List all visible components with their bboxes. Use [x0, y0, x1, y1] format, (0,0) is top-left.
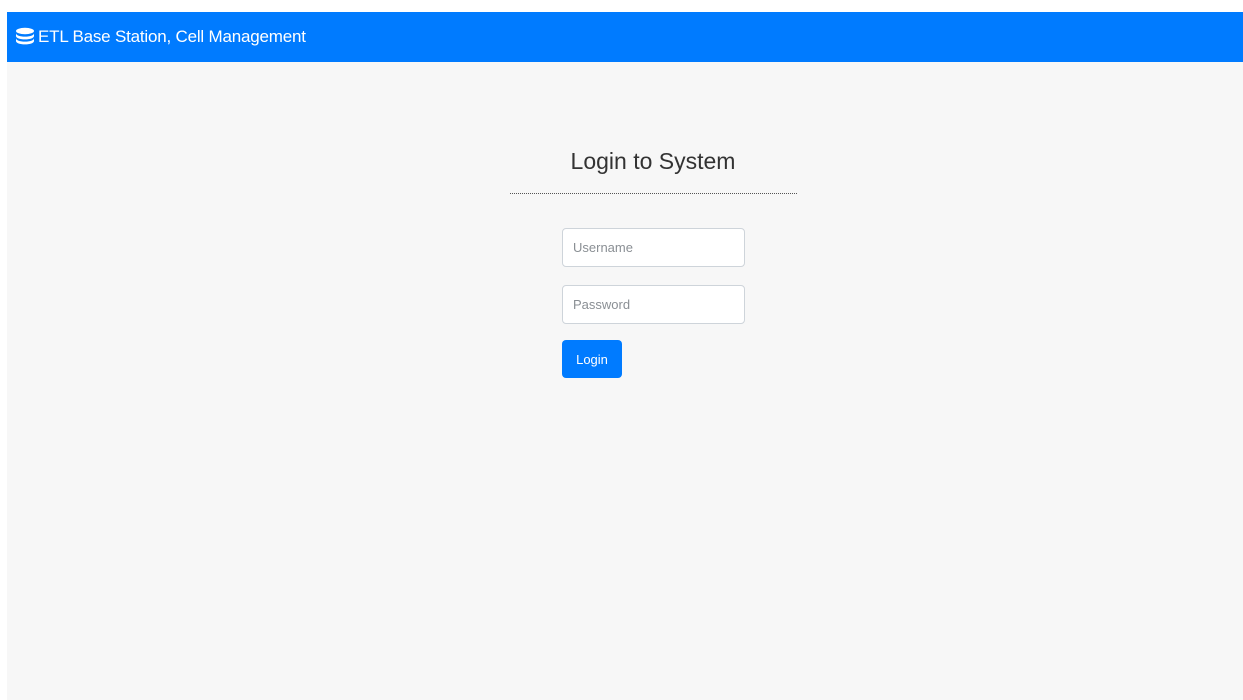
database-icon [14, 26, 36, 48]
brand-title: ETL Base Station, Cell Management [38, 27, 306, 46]
title-divider [510, 193, 797, 194]
username-input[interactable] [562, 228, 745, 267]
top-navbar: ETL Base Station, Cell Management [7, 12, 1243, 62]
page-frame: ETL Base Station, Cell Management Login … [7, 12, 1243, 700]
login-button[interactable]: Login [562, 340, 622, 378]
login-title: Login to System [570, 148, 736, 174]
brand-link[interactable]: ETL Base Station, Cell Management [14, 12, 306, 62]
password-input[interactable] [562, 285, 745, 324]
